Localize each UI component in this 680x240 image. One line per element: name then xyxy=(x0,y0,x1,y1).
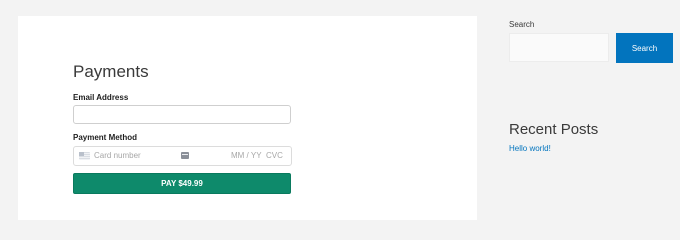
search-label: Search xyxy=(509,20,535,29)
search-button[interactable]: Search xyxy=(616,33,673,63)
payment-method-label: Payment Method xyxy=(73,133,138,142)
card-expiry-placeholder: MM / YY xyxy=(231,151,262,160)
card-brand-icon xyxy=(181,152,189,159)
card-input[interactable]: Card number MM / YY CVC xyxy=(73,146,292,166)
card-flag-icon xyxy=(79,152,90,160)
card-number-placeholder: Card number xyxy=(94,151,141,160)
recent-posts-title: Recent Posts xyxy=(509,121,599,138)
email-field[interactable] xyxy=(73,105,291,124)
search-input[interactable] xyxy=(509,33,609,62)
recent-post-link[interactable]: Hello world! xyxy=(509,144,551,154)
email-label: Email Address xyxy=(73,93,129,102)
pay-button[interactable]: PAY $49.99 xyxy=(73,173,291,194)
page-title: Payments xyxy=(73,62,149,81)
card-cvc-placeholder: CVC xyxy=(266,151,283,160)
